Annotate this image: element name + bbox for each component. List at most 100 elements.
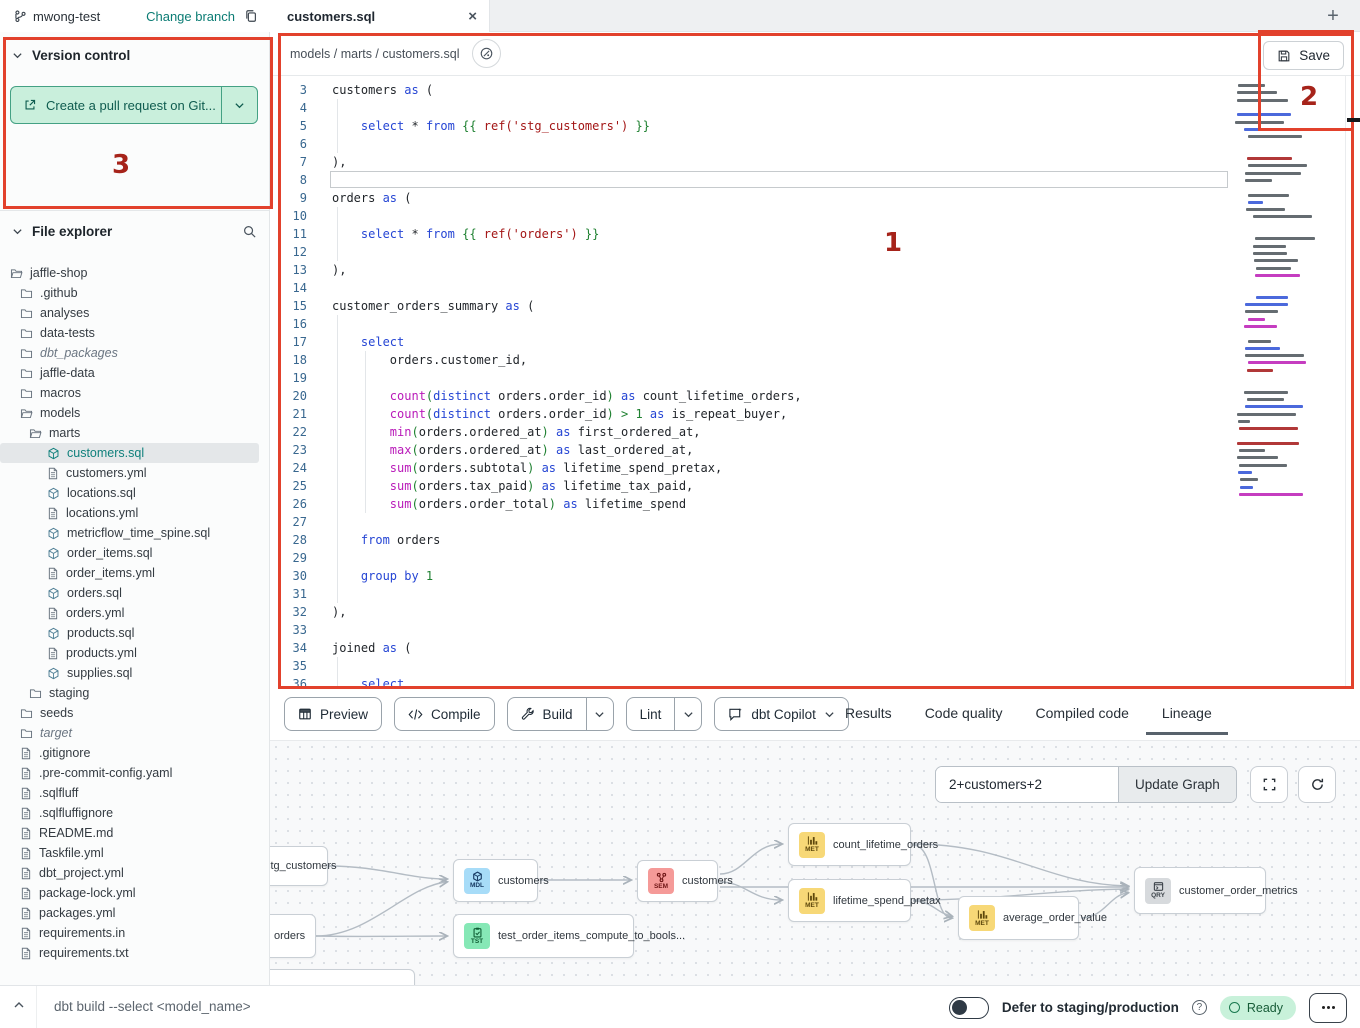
chevron-up-icon[interactable] <box>13 999 25 1011</box>
tree-item-staging[interactable]: staging <box>0 683 269 703</box>
tree-item-requirements-txt[interactable]: requirements.txt <box>0 943 269 963</box>
code-line[interactable]: 18 orders.customer_id, <box>270 351 1360 369</box>
lineage-node-lifetime_spend_pretax[interactable]: METlifetime_spend_pretax <box>788 879 911 922</box>
lineage-node-customers_sem[interactable]: SEMcustomers <box>637 860 718 902</box>
code-line[interactable]: 29 <box>270 549 1360 567</box>
new-tab-button[interactable]: + <box>1320 3 1346 29</box>
lineage-node-customer_order_metrics[interactable]: QRYcustomer_order_metrics <box>1134 867 1266 914</box>
tree-item-readme-md[interactable]: README.md <box>0 823 269 843</box>
search-icon[interactable] <box>242 224 257 239</box>
lineage-node-partial_bottom[interactable] <box>270 969 415 985</box>
update-graph-button[interactable]: Update Graph <box>1118 767 1236 802</box>
tree-item-macros[interactable]: macros <box>0 383 269 403</box>
tree-item-customers-yml[interactable]: customers.yml <box>0 463 269 483</box>
tree-item--github[interactable]: .github <box>0 283 269 303</box>
tree-item--pre-commit-config-yaml[interactable]: .pre-commit-config.yaml <box>0 763 269 783</box>
tree-item-package-lock-yml[interactable]: package-lock.yml <box>0 883 269 903</box>
code-line[interactable]: 12 <box>270 243 1360 261</box>
code-line[interactable]: 32), <box>270 603 1360 621</box>
tree-item-customers-sql[interactable]: customers.sql <box>0 443 259 463</box>
tree-item-orders-yml[interactable]: orders.yml <box>0 603 269 623</box>
code-line[interactable]: 8 <box>270 171 1360 189</box>
code-line[interactable]: 6 <box>270 135 1360 153</box>
lineage-node-average_order_value[interactable]: METaverage_order_value <box>958 896 1079 940</box>
save-button[interactable]: Save <box>1263 41 1344 70</box>
tree-item-packages-yml[interactable]: packages.yml <box>0 903 269 923</box>
lineage-node-stg_customers[interactable]: stg_customers <box>270 846 328 886</box>
code-line[interactable]: 27 <box>270 513 1360 531</box>
build-dropdown-caret[interactable] <box>586 698 613 730</box>
code-line[interactable]: 35 <box>270 657 1360 675</box>
tree-item-jaffle-data[interactable]: jaffle-data <box>0 363 269 383</box>
close-icon[interactable]: × <box>468 9 477 24</box>
tree-item-products-sql[interactable]: products.sql <box>0 623 269 643</box>
copilot-circle-button[interactable] <box>472 39 501 68</box>
code-line[interactable]: 30 group by 1 <box>270 567 1360 585</box>
tree-item-seeds[interactable]: seeds <box>0 703 269 723</box>
lint-button[interactable]: Lint <box>627 698 675 730</box>
tab-compiled-code[interactable]: Compiled code <box>1036 688 1129 738</box>
tree-item--sqlfluffignore[interactable]: .sqlfluffignore <box>0 803 269 823</box>
lineage-node-customers_mdl[interactable]: MDLcustomers <box>453 859 538 902</box>
code-line[interactable]: 10 <box>270 207 1360 225</box>
create-pull-request-button[interactable]: Create a pull request on Git... <box>10 86 258 124</box>
code-line[interactable]: 25 sum(orders.tax_paid) as lifetime_tax_… <box>270 477 1360 495</box>
code-line[interactable]: 4 <box>270 99 1360 117</box>
tab-customers-sql[interactable]: customers.sql × <box>270 0 490 32</box>
tree-item-target[interactable]: target <box>0 723 269 743</box>
build-button[interactable]: Build <box>508 698 586 730</box>
code-line[interactable]: 14 <box>270 279 1360 297</box>
tree-item-data-tests[interactable]: data-tests <box>0 323 269 343</box>
change-branch-link[interactable]: Change branch <box>146 9 235 24</box>
code-line[interactable]: 5 select * from {{ ref('stg_customers') … <box>270 117 1360 135</box>
tree-item-order-items-sql[interactable]: order_items.sql <box>0 543 269 563</box>
code-line[interactable]: 3customers as ( <box>270 81 1360 99</box>
defer-toggle[interactable] <box>949 997 989 1019</box>
tree-item-analyses[interactable]: analyses <box>0 303 269 323</box>
copy-icon[interactable] <box>244 9 258 23</box>
code-line[interactable]: 31 <box>270 585 1360 603</box>
code-line[interactable]: 21 count(distinct orders.order_id) > 1 a… <box>270 405 1360 423</box>
code-line[interactable]: 11 select * from {{ ref('orders') }} <box>270 225 1360 243</box>
lint-dropdown-caret[interactable] <box>674 698 701 730</box>
more-options-button[interactable] <box>1309 993 1347 1023</box>
dbt-copilot-button[interactable]: dbt Copilot <box>714 697 849 731</box>
tree-item--gitignore[interactable]: .gitignore <box>0 743 269 763</box>
code-line[interactable]: 19 <box>270 369 1360 387</box>
code-line[interactable]: 36 select <box>270 675 1360 688</box>
lineage-node-test_order_items[interactable]: TSTtest_order_items_compute_to_bools... <box>453 914 634 958</box>
code-line[interactable]: 7), <box>270 153 1360 171</box>
tree-item-orders-sql[interactable]: orders.sql <box>0 583 269 603</box>
tree-item-dbt-packages[interactable]: dbt_packages <box>0 343 269 363</box>
tab-code-quality[interactable]: Code quality <box>925 688 1003 738</box>
tab-results[interactable]: Results <box>845 688 892 738</box>
tree-item-supplies-sql[interactable]: supplies.sql <box>0 663 269 683</box>
code-line[interactable]: 26 sum(orders.order_total) as lifetime_s… <box>270 495 1360 513</box>
code-line[interactable]: 20 count(distinct orders.order_id) as co… <box>270 387 1360 405</box>
tree-item--sqlfluff[interactable]: .sqlfluff <box>0 783 269 803</box>
tree-item-locations-sql[interactable]: locations.sql <box>0 483 269 503</box>
tree-item-locations-yml[interactable]: locations.yml <box>0 503 269 523</box>
version-control-header[interactable]: Version control <box>0 48 269 63</box>
tree-item-metricflow-time-spine-sql[interactable]: metricflow_time_spine.sql <box>0 523 269 543</box>
file-explorer-header[interactable]: File explorer <box>0 224 269 239</box>
help-icon[interactable]: ? <box>1192 1000 1207 1015</box>
lineage-node-count_lifetime_orders[interactable]: METcount_lifetime_orders <box>788 823 911 866</box>
code-area[interactable]: 2with3customers as (45 select * from {{ … <box>270 76 1360 688</box>
minimap[interactable] <box>1234 84 1318 504</box>
tree-item-models[interactable]: models <box>0 403 269 423</box>
code-line[interactable]: 34joined as ( <box>270 639 1360 657</box>
code-line[interactable]: 28 from orders <box>270 531 1360 549</box>
tree-item-products-yml[interactable]: products.yml <box>0 643 269 663</box>
lineage-selector-input[interactable] <box>936 767 1118 802</box>
code-line[interactable]: 22 min(orders.ordered_at) as first_order… <box>270 423 1360 441</box>
code-line[interactable]: 33 <box>270 621 1360 639</box>
preview-button[interactable]: Preview <box>284 697 382 731</box>
tab-lineage[interactable]: Lineage <box>1162 688 1212 738</box>
code-line[interactable]: 9orders as ( <box>270 189 1360 207</box>
cli-command[interactable]: dbt build --select <model_name> <box>54 999 251 1014</box>
code-line[interactable]: 15customer_orders_summary as ( <box>270 297 1360 315</box>
tree-item-dbt-project-yml[interactable]: dbt_project.yml <box>0 863 269 883</box>
code-line[interactable]: 17 select <box>270 333 1360 351</box>
code-line[interactable]: 13), <box>270 261 1360 279</box>
